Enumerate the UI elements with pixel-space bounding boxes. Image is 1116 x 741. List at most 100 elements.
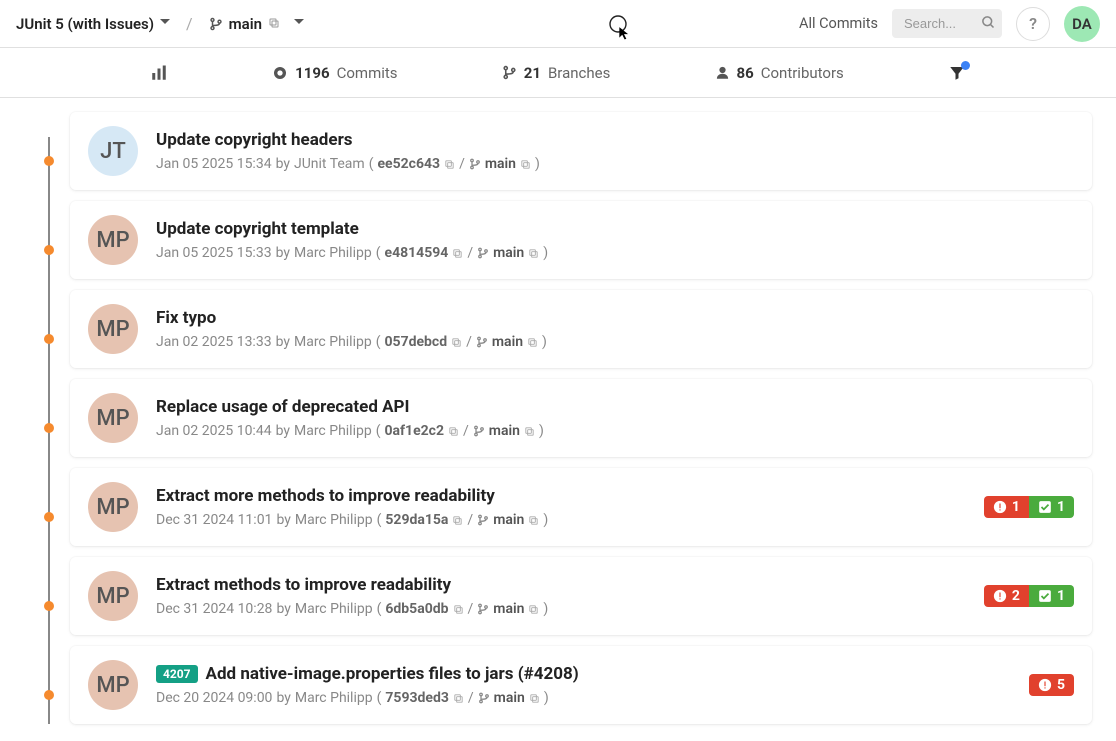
commit-hash[interactable]: ee52c643	[378, 156, 441, 172]
all-commits-link[interactable]: All Commits	[799, 15, 878, 32]
commit-title[interactable]: Add native-image.properties files to jar…	[206, 664, 579, 684]
commit-title[interactable]: Fix typo	[156, 308, 216, 328]
copy-hash-icon[interactable]	[452, 515, 463, 526]
commit-title[interactable]: Extract more methods to improve readabil…	[156, 486, 495, 506]
copy-branch-icon[interactable]	[528, 515, 539, 526]
commit-row[interactable]: MPFix typoJan 02 2025 13:33 by Marc Phil…	[48, 290, 1092, 368]
commit-hash[interactable]: 7593ded3	[385, 690, 449, 706]
commit-branch[interactable]: main	[485, 156, 516, 172]
branch-name-label: main	[229, 15, 262, 33]
project-name-label: JUnit 5 (with Issues)	[16, 15, 154, 33]
project-selector[interactable]: JUnit 5 (with Issues)	[16, 15, 170, 33]
commit-row[interactable]: MP Extract more methods to improve readab…	[48, 468, 1092, 546]
commit-author[interactable]: Marc Philipp	[295, 512, 373, 528]
by-label: by	[276, 690, 290, 706]
user-initials: DA	[1072, 15, 1092, 33]
commit-hash[interactable]: 529da15a	[385, 512, 448, 528]
commit-date: Dec 31 2024 10:28	[156, 601, 272, 617]
meta-separator: /	[468, 601, 474, 617]
commit-row[interactable]: MP Update copyright template Jan 05 2025 1…	[48, 201, 1092, 279]
commit-branch[interactable]: main	[493, 245, 524, 261]
commit-author[interactable]: Marc Philipp	[294, 423, 372, 439]
user-icon	[715, 65, 730, 80]
filter-button[interactable]	[948, 64, 966, 82]
commit-meta: Jan 05 2025 15:33 by Marc Philipp (e4814…	[156, 245, 1074, 261]
commit-author[interactable]: Marc Philipp	[295, 601, 373, 617]
author-avatar[interactable]: MP	[88, 660, 138, 710]
commit-title[interactable]: Replace usage of deprecated API	[156, 397, 409, 417]
branches-tab[interactable]: 21 Branches	[502, 64, 611, 82]
commit-author[interactable]: Marc Philipp	[294, 334, 372, 350]
commit-branch[interactable]: main	[493, 512, 524, 528]
copy-icon[interactable]	[268, 15, 280, 33]
chart-tab[interactable]	[150, 64, 168, 82]
error-badge[interactable]: 5	[1029, 674, 1074, 696]
error-count: 1	[1012, 499, 1020, 515]
commits-tab[interactable]: 1196 Commits	[272, 64, 397, 82]
success-badge[interactable]: 1	[1029, 496, 1074, 518]
author-initials: MP	[96, 673, 129, 698]
commit-badges: 5	[1029, 674, 1074, 696]
branch-selector[interactable]: main	[209, 15, 304, 33]
commit-title[interactable]: Extract methods to improve readability	[156, 575, 451, 595]
commit-branch[interactable]: main	[493, 601, 524, 617]
copy-hash-icon[interactable]	[453, 604, 464, 615]
commit-icon	[272, 65, 288, 81]
commit-meta: Jan 05 2025 15:34 by JUnit Team (ee52c64…	[156, 156, 1074, 172]
author-avatar[interactable]: MP	[88, 482, 138, 532]
open-paren: (	[376, 423, 381, 439]
help-button[interactable]: ?	[1016, 7, 1050, 41]
commit-meta: Dec 31 2024 10:28 by Marc Philipp (6db5a…	[156, 601, 966, 617]
copy-branch-icon[interactable]	[529, 693, 540, 704]
copy-branch-icon[interactable]	[524, 426, 535, 437]
contributors-tab[interactable]: 86 Contributors	[715, 64, 844, 82]
pr-tag[interactable]: 4207	[156, 665, 198, 683]
commit-author[interactable]: JUnit Team	[294, 156, 365, 172]
commit-date: Dec 20 2024 09:00	[156, 690, 272, 706]
copy-hash-icon[interactable]	[448, 426, 459, 437]
author-initials: MP	[96, 495, 129, 520]
commit-author[interactable]: Marc Philipp	[295, 690, 373, 706]
commit-author[interactable]: Marc Philipp	[294, 245, 372, 261]
author-avatar[interactable]: MP	[88, 215, 138, 265]
error-badge[interactable]: 1	[984, 496, 1029, 518]
commit-meta: Jan 02 2025 10:44 by Marc Philipp (0af1e…	[156, 423, 1074, 439]
commit-hash[interactable]: e4814594	[385, 245, 449, 261]
branch-icon	[477, 247, 489, 259]
author-avatar[interactable]: JT	[88, 126, 138, 176]
breadcrumb-separator: /	[186, 14, 193, 33]
commit-branch[interactable]: main	[492, 334, 523, 350]
commit-title[interactable]: Update copyright headers	[156, 130, 353, 150]
commit-branch[interactable]: main	[489, 423, 520, 439]
copy-hash-icon[interactable]	[451, 337, 462, 348]
error-badge[interactable]: 2	[984, 585, 1029, 607]
breadcrumb: JUnit 5 (with Issues) / main	[16, 14, 304, 33]
author-avatar[interactable]: MP	[88, 571, 138, 621]
commit-branch[interactable]: main	[494, 690, 525, 706]
search-button[interactable]	[981, 15, 996, 33]
user-avatar[interactable]: DA	[1064, 6, 1100, 42]
copy-hash-icon[interactable]	[444, 159, 455, 170]
commit-hash[interactable]: 0af1e2c2	[385, 423, 445, 439]
copy-branch-icon[interactable]	[528, 604, 539, 615]
author-avatar[interactable]: MP	[88, 393, 138, 443]
commit-card: MP Replace usage of deprecated API Jan 02 …	[70, 379, 1092, 457]
commit-hash[interactable]: 6db5a0db	[385, 601, 448, 617]
copy-branch-icon[interactable]	[528, 248, 539, 259]
copy-hash-icon[interactable]	[453, 693, 464, 704]
copy-branch-icon[interactable]	[520, 159, 531, 170]
commit-hash[interactable]: 057debcd	[385, 334, 448, 350]
commit-body: Fix typoJan 02 2025 13:33 by Marc Philip…	[156, 308, 1074, 350]
commit-row[interactable]: MP Replace usage of deprecated API Jan 02 …	[48, 379, 1092, 457]
author-avatar[interactable]: MP	[88, 304, 138, 354]
commit-date: Jan 02 2025 13:33	[156, 334, 272, 350]
commit-row[interactable]: MP 4207 Add native-image.properties files …	[48, 646, 1092, 724]
commit-row[interactable]: JT Update copyright headers Jan 05 2025 15…	[48, 112, 1092, 190]
commit-row[interactable]: MP Extract methods to improve readability…	[48, 557, 1092, 635]
commit-date: Jan 02 2025 10:44	[156, 423, 272, 439]
commit-title[interactable]: Update copyright template	[156, 219, 359, 239]
copy-branch-icon[interactable]	[527, 337, 538, 348]
success-badge[interactable]: 1	[1029, 585, 1074, 607]
copy-hash-icon[interactable]	[452, 248, 463, 259]
commit-card: MPFix typoJan 02 2025 13:33 by Marc Phil…	[70, 290, 1092, 368]
